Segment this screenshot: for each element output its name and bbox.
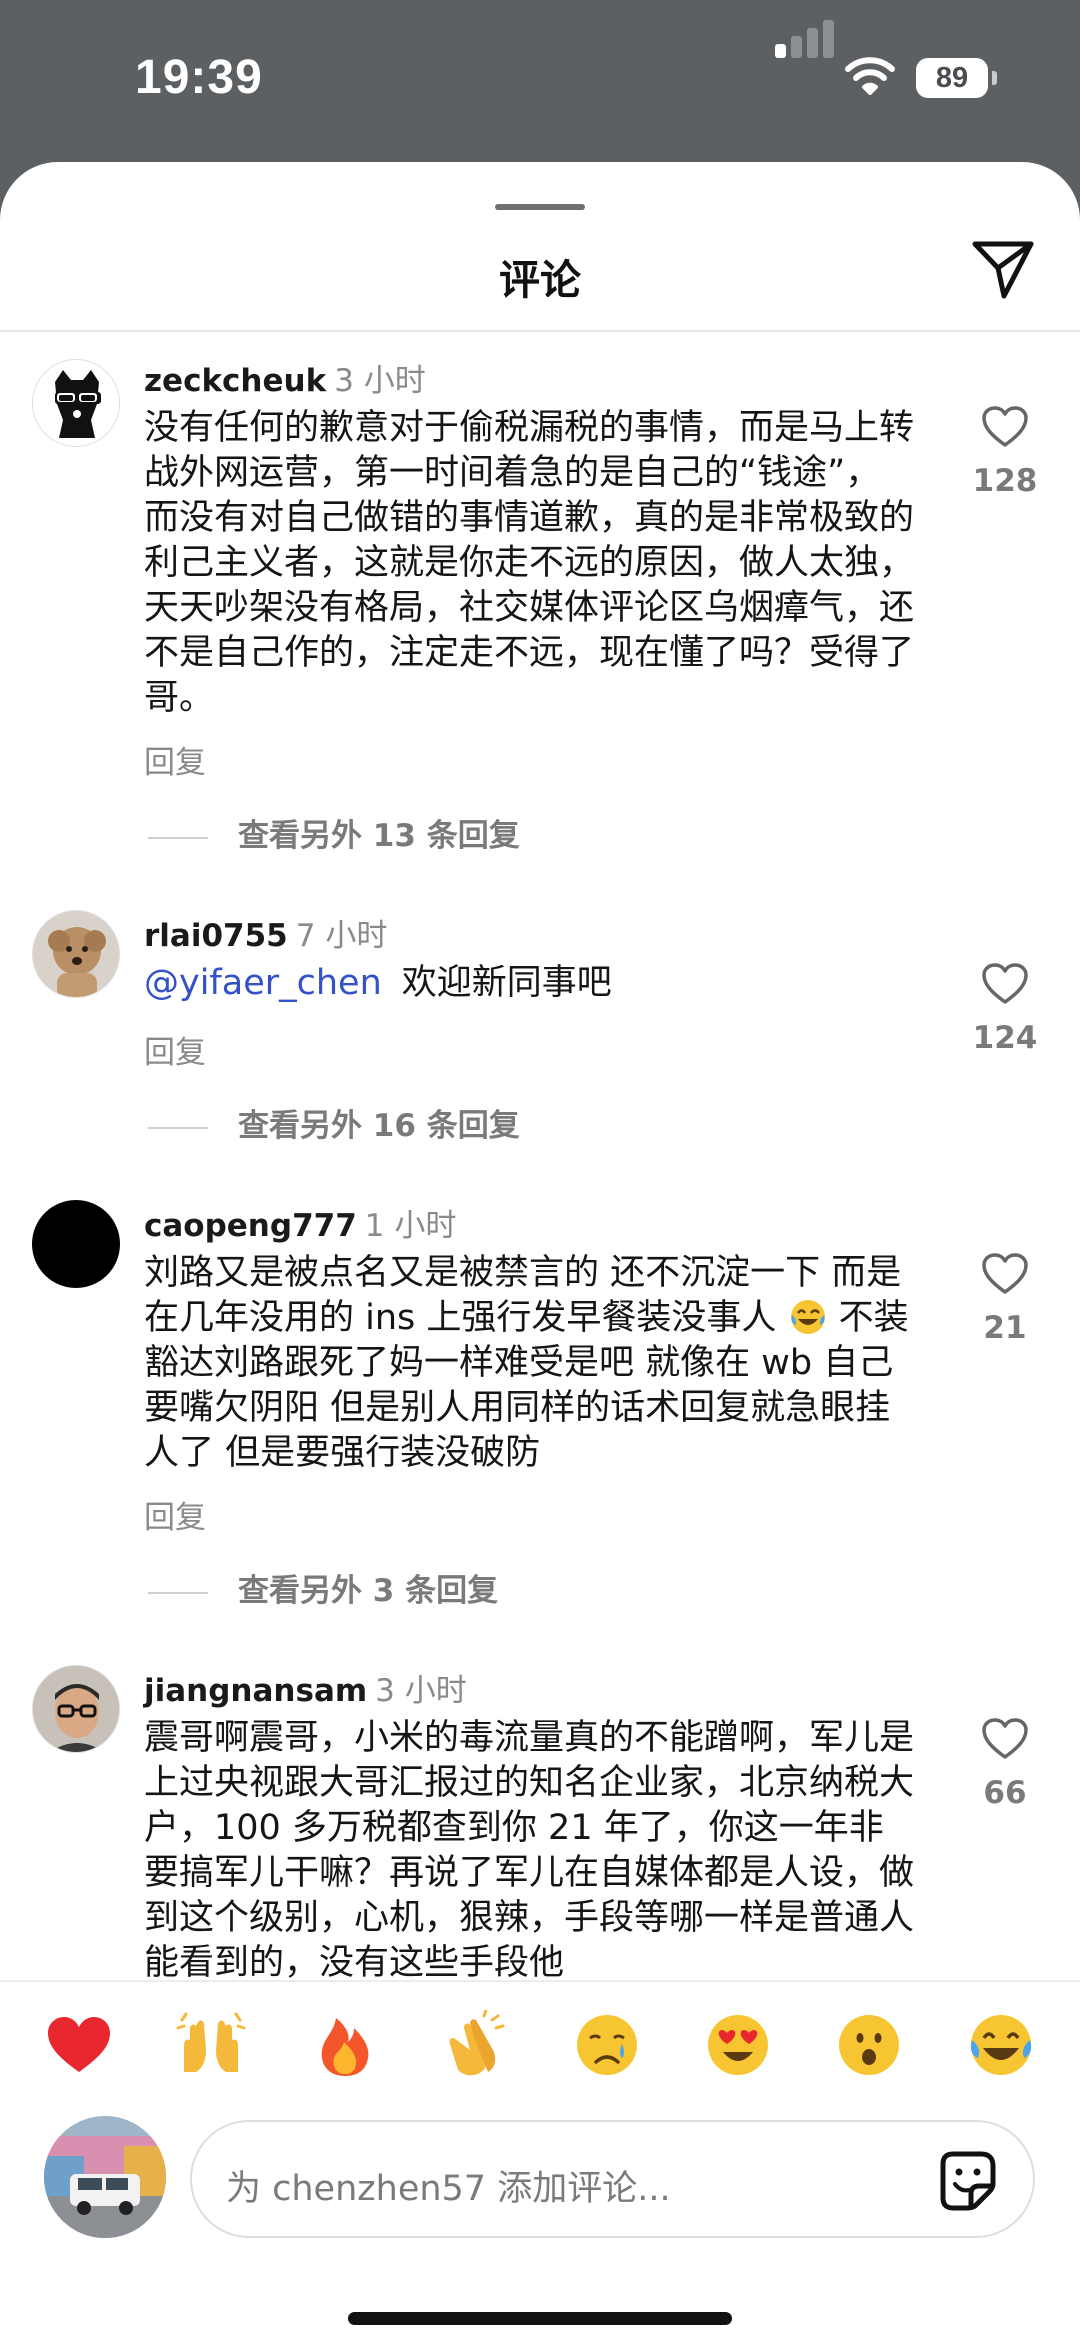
like-count: 21 [983, 1310, 1027, 1346]
heart-outline-icon[interactable] [981, 1717, 1029, 1761]
reply-button[interactable]: 回复 [144, 1492, 206, 1537]
emoji-quick-bar [0, 1980, 1080, 2114]
like-count: 124 [972, 1020, 1038, 1056]
comment-text-content: 欢迎新同事吧 [401, 963, 612, 1003]
like-count: 66 [983, 1775, 1027, 1811]
reply-button[interactable]: 回复 [144, 737, 206, 782]
avatar[interactable] [32, 1665, 120, 1753]
view-more-replies[interactable]: 查看另外 13 条回复 [148, 810, 520, 855]
replies-divider-line [148, 1591, 208, 1594]
like-control[interactable]: 124 [950, 962, 1060, 1056]
status-time: 19:39 [135, 51, 263, 104]
replies-divider-line [148, 1126, 208, 1129]
sticker-icon[interactable] [935, 2148, 999, 2212]
heart-outline-icon[interactable] [981, 1252, 1029, 1296]
view-replies-label[interactable]: 查看另外 13 条回复 [238, 818, 520, 854]
comment-meta: rlai0755 7 小时 [144, 910, 387, 955]
username[interactable]: jiangnansam [144, 1673, 367, 1709]
like-control[interactable]: 66 [950, 1717, 1060, 1811]
like-count: 128 [972, 463, 1038, 499]
timestamp: 3 小时 [375, 1673, 467, 1709]
header-divider [0, 330, 1080, 332]
like-control[interactable]: 21 [950, 1252, 1060, 1346]
comment-input[interactable]: 为 chenzhen57 添加评论... [190, 2120, 1035, 2238]
wifi-icon [845, 57, 895, 95]
my-avatar[interactable] [44, 2116, 166, 2238]
tears-of-joy-emoji-icon [790, 1300, 825, 1334]
raising-hands-emoji-icon[interactable] [176, 2010, 246, 2080]
username[interactable]: zeckcheuk [144, 363, 326, 399]
view-replies-label[interactable]: 查看另外 16 条回复 [238, 1108, 520, 1144]
surprised-face-emoji-icon[interactable] [834, 2010, 904, 2080]
sheet-grab-handle[interactable] [495, 204, 585, 210]
home-indicator [348, 2312, 732, 2325]
status-bar: 19:39 89 [0, 0, 1080, 160]
heart-outline-icon[interactable] [981, 962, 1029, 1006]
avatar[interactable] [32, 1200, 120, 1288]
tears-of-joy-emoji-icon[interactable] [966, 2010, 1036, 2080]
red-heart-emoji-icon[interactable] [44, 2010, 114, 2080]
avatar[interactable] [32, 359, 120, 447]
fire-emoji-icon[interactable] [310, 2010, 380, 2080]
comment-text: 震哥啊震哥，小米的毒流量真的不能蹭啊，军儿是上过央视跟大哥汇报过的知名企业家，北… [144, 1718, 915, 1983]
view-replies-label[interactable]: 查看另外 3 条回复 [238, 1573, 498, 1609]
battery-icon: 89 [916, 58, 997, 98]
person-glasses-avatar-icon [33, 1666, 119, 1752]
comment-input-placeholder[interactable]: 为 chenzhen57 添加评论... [226, 2160, 671, 2211]
sheet-title: 评论 [499, 256, 581, 304]
avatar[interactable] [32, 910, 120, 998]
comment-text: 刘路又是被点名又是被禁言的 还不沉淀一下 而是在几年没用的 ins 上强行发早餐… [144, 1251, 914, 1476]
crying-face-emoji-icon[interactable] [572, 2010, 642, 2080]
heart-outline-icon[interactable] [981, 405, 1029, 449]
comment-meta: jiangnansam 3 小时 [144, 1665, 467, 1710]
reply-button[interactable]: 回复 [144, 1027, 206, 1072]
view-more-replies[interactable]: 查看另外 16 条回复 [148, 1100, 520, 1145]
timestamp: 3 小时 [334, 363, 426, 399]
comment-text: @yifaer_chen 欢迎新同事吧 [144, 961, 914, 1006]
comment-meta: caopeng777 1 小时 [144, 1200, 456, 1245]
view-more-replies[interactable]: 查看另外 3 条回复 [148, 1565, 498, 1610]
car-mural-avatar-icon [44, 2116, 166, 2238]
username[interactable]: rlai0755 [144, 918, 288, 954]
timestamp: 7 小时 [295, 918, 388, 954]
clapping-hands-emoji-icon[interactable] [440, 2010, 510, 2080]
timestamp: 1 小时 [364, 1208, 457, 1244]
like-control[interactable]: 128 [950, 405, 1060, 499]
username[interactable]: caopeng777 [144, 1208, 357, 1244]
mention-link[interactable]: @yifaer_chen [144, 963, 382, 1003]
comment-meta: zeckcheuk 3 小时 [144, 355, 426, 400]
comment-text: 没有任何的歉意对于偷税漏税的事情，而是马上转战外网运营，第一时间着急的是自己的“… [144, 408, 915, 718]
share-icon[interactable] [970, 238, 1036, 300]
dog-sunglasses-avatar-icon [33, 360, 119, 446]
heart-eyes-emoji-icon[interactable] [703, 2010, 773, 2080]
poodle-avatar-icon [33, 911, 119, 997]
replies-divider-line [148, 836, 208, 839]
